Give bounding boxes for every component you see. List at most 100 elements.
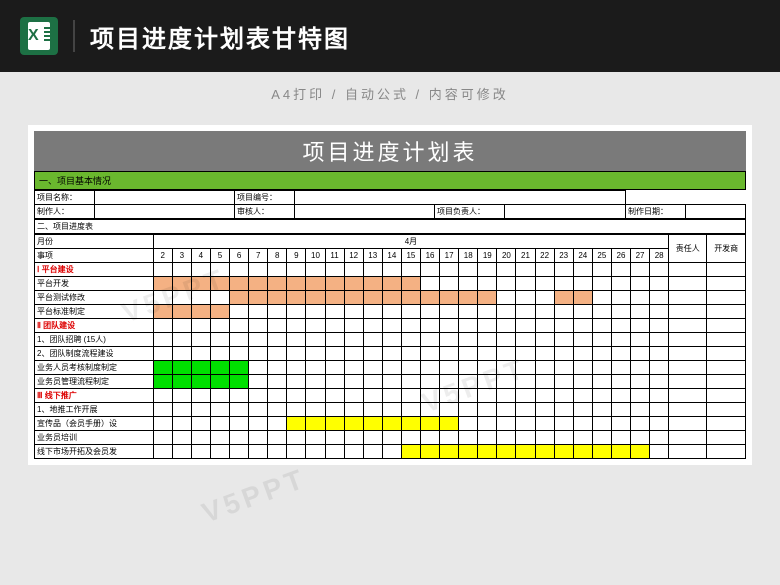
gantt-cell[interactable] <box>440 277 459 291</box>
gantt-cell[interactable] <box>382 277 401 291</box>
gantt-cell[interactable] <box>440 305 459 319</box>
gantt-cell[interactable] <box>650 403 669 417</box>
cell[interactable] <box>210 389 229 403</box>
gantt-cell[interactable] <box>516 277 535 291</box>
gantt-cell[interactable] <box>516 333 535 347</box>
cell[interactable] <box>554 389 573 403</box>
cell[interactable] <box>191 319 210 333</box>
cell[interactable] <box>707 319 746 333</box>
cell[interactable] <box>230 389 249 403</box>
gantt-cell[interactable] <box>306 417 325 431</box>
gantt-cell[interactable] <box>631 333 650 347</box>
gantt-cell[interactable] <box>325 431 344 445</box>
cell[interactable] <box>268 263 287 277</box>
cell[interactable] <box>401 319 420 333</box>
cell[interactable] <box>153 263 172 277</box>
gantt-cell[interactable] <box>459 403 478 417</box>
gantt-cell[interactable] <box>172 361 191 375</box>
cell[interactable] <box>669 361 707 375</box>
gantt-cell[interactable] <box>478 361 497 375</box>
gantt-cell[interactable] <box>611 417 630 431</box>
gantt-cell[interactable] <box>554 347 573 361</box>
gantt-cell[interactable] <box>535 445 554 459</box>
gantt-cell[interactable] <box>230 417 249 431</box>
cell[interactable] <box>707 389 746 403</box>
gantt-cell[interactable] <box>230 291 249 305</box>
gantt-cell[interactable] <box>382 291 401 305</box>
cell[interactable] <box>325 319 344 333</box>
gantt-cell[interactable] <box>535 277 554 291</box>
gantt-cell[interactable] <box>592 277 611 291</box>
gantt-cell[interactable] <box>535 305 554 319</box>
gantt-cell[interactable] <box>363 445 382 459</box>
gantt-cell[interactable] <box>611 305 630 319</box>
gantt-cell[interactable] <box>306 305 325 319</box>
gantt-cell[interactable] <box>611 291 630 305</box>
gantt-cell[interactable] <box>191 333 210 347</box>
cell[interactable] <box>440 263 459 277</box>
cell[interactable] <box>573 263 592 277</box>
cell[interactable] <box>707 263 746 277</box>
gantt-cell[interactable] <box>268 445 287 459</box>
gantt-cell[interactable] <box>249 403 268 417</box>
gantt-cell[interactable] <box>210 347 229 361</box>
gantt-cell[interactable] <box>191 417 210 431</box>
gantt-cell[interactable] <box>401 291 420 305</box>
gantt-cell[interactable] <box>268 431 287 445</box>
gantt-cell[interactable] <box>268 333 287 347</box>
gantt-cell[interactable] <box>420 277 439 291</box>
gantt-cell[interactable] <box>268 291 287 305</box>
gantt-cell[interactable] <box>344 403 363 417</box>
gantt-cell[interactable] <box>478 277 497 291</box>
cell[interactable] <box>516 319 535 333</box>
gantt-cell[interactable] <box>344 417 363 431</box>
gantt-cell[interactable] <box>230 333 249 347</box>
cell[interactable] <box>363 319 382 333</box>
gantt-cell[interactable] <box>210 431 229 445</box>
gantt-cell[interactable] <box>611 403 630 417</box>
gantt-cell[interactable] <box>287 347 306 361</box>
gantt-cell[interactable] <box>401 305 420 319</box>
gantt-cell[interactable] <box>420 347 439 361</box>
gantt-cell[interactable] <box>382 445 401 459</box>
gantt-cell[interactable] <box>325 291 344 305</box>
gantt-cell[interactable] <box>592 291 611 305</box>
cell[interactable] <box>707 361 746 375</box>
gantt-cell[interactable] <box>650 417 669 431</box>
gantt-cell[interactable] <box>535 431 554 445</box>
gantt-cell[interactable] <box>592 431 611 445</box>
cell[interactable] <box>669 263 707 277</box>
cell[interactable] <box>172 263 191 277</box>
gantt-cell[interactable] <box>478 347 497 361</box>
cell[interactable] <box>707 333 746 347</box>
gantt-cell[interactable] <box>153 347 172 361</box>
cell[interactable] <box>669 403 707 417</box>
gantt-cell[interactable] <box>573 417 592 431</box>
gantt-cell[interactable] <box>230 305 249 319</box>
gantt-cell[interactable] <box>401 277 420 291</box>
gantt-cell[interactable] <box>440 431 459 445</box>
cell[interactable] <box>401 263 420 277</box>
cell[interactable] <box>210 319 229 333</box>
input-cell[interactable] <box>295 191 626 205</box>
cell[interactable] <box>191 389 210 403</box>
gantt-cell[interactable] <box>191 431 210 445</box>
gantt-cell[interactable] <box>382 361 401 375</box>
gantt-cell[interactable] <box>459 333 478 347</box>
gantt-cell[interactable] <box>592 445 611 459</box>
gantt-cell[interactable] <box>325 375 344 389</box>
gantt-cell[interactable] <box>363 361 382 375</box>
gantt-cell[interactable] <box>478 291 497 305</box>
gantt-cell[interactable] <box>249 347 268 361</box>
input-cell[interactable] <box>686 205 746 219</box>
cell[interactable] <box>497 389 516 403</box>
cell[interactable] <box>268 389 287 403</box>
gantt-cell[interactable] <box>516 347 535 361</box>
gantt-cell[interactable] <box>401 431 420 445</box>
gantt-cell[interactable] <box>650 333 669 347</box>
gantt-cell[interactable] <box>172 277 191 291</box>
gantt-cell[interactable] <box>287 431 306 445</box>
gantt-cell[interactable] <box>249 445 268 459</box>
cell[interactable] <box>287 263 306 277</box>
gantt-cell[interactable] <box>287 291 306 305</box>
